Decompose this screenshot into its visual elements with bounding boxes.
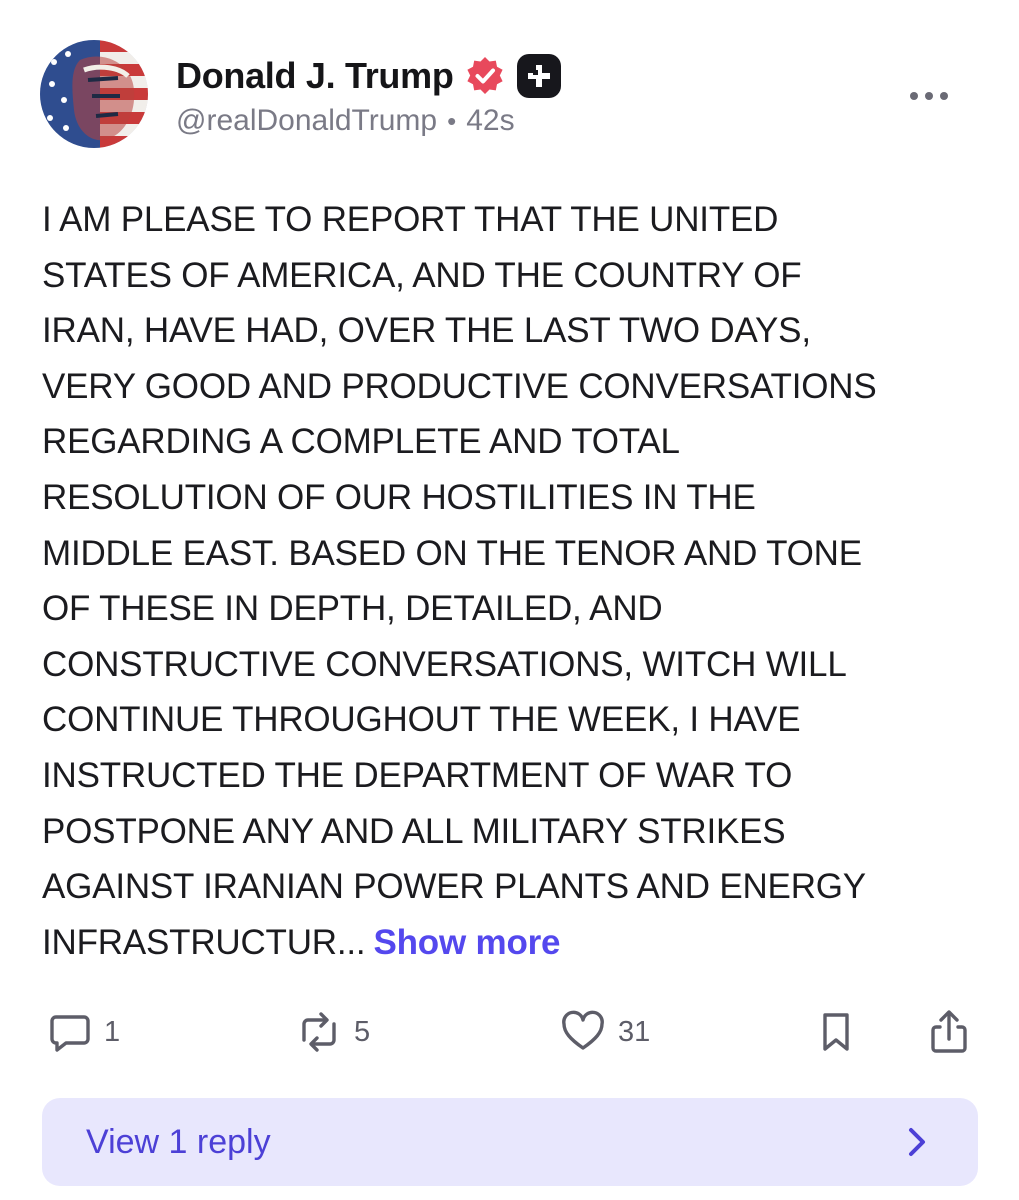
reply-button[interactable]: 1 — [48, 1002, 120, 1062]
avatar-flag-portrait-image — [40, 40, 148, 148]
action-bar: 1 5 31 — [0, 1002, 1019, 1062]
ellipsis-icon — [910, 92, 948, 100]
share-upload-icon — [931, 1010, 967, 1053]
more-options-button[interactable] — [899, 78, 959, 114]
like-count: 31 — [618, 1015, 651, 1048]
post-line: RESOLUTION OF OUR HOSTILITIES IN THE — [42, 477, 756, 517]
post-line: IRAN, HAVE HAD, OVER THE LAST TWO DAYS, — [42, 311, 811, 351]
post-line-last: INFRASTRUCTUR... Show more — [42, 915, 992, 971]
show-more-link[interactable]: Show more — [373, 923, 560, 962]
post-card: Donald J. Trump @realDonaldTrump • 42s I… — [0, 0, 1019, 1200]
post-line: CONSTRUCTIVE CONVERSATIONS, WITCH WILL — [42, 644, 847, 684]
author-handle[interactable]: @realDonaldTrump — [176, 104, 437, 138]
share-button[interactable] — [928, 1002, 970, 1062]
reply-count: 1 — [104, 1015, 121, 1048]
repost-arrows-icon — [302, 1012, 336, 1052]
post-line: INSTRUCTED THE DEPARTMENT OF WAR TO — [42, 755, 793, 795]
author-name-row: Donald J. Trump — [176, 50, 562, 102]
post-line: CONTINUE THROUGHOUT THE WEEK, I HAVE — [42, 700, 801, 740]
plus-badge-icon — [516, 53, 562, 99]
post-line: MIDDLE EAST. BASED ON THE TENOR AND TONE — [42, 533, 862, 573]
post-line: REGARDING A COMPLETE AND TOTAL — [42, 422, 680, 462]
repost-count: 5 — [354, 1015, 371, 1048]
bookmark-icon — [823, 1013, 849, 1051]
avatar[interactable] — [40, 40, 148, 148]
repost-button[interactable]: 5 — [296, 1002, 370, 1062]
post-line: STATES OF AMERICA, AND THE COUNTRY OF — [42, 255, 802, 295]
view-replies-button[interactable]: View 1 reply — [42, 1098, 978, 1186]
heart-icon — [562, 1010, 604, 1050]
post-line-truncated: INFRASTRUCTUR... — [42, 922, 366, 962]
bookmark-button[interactable] — [818, 1002, 854, 1062]
like-button[interactable]: 31 — [560, 1002, 650, 1062]
post-line: I AM PLEASE TO REPORT THAT THE UNITED — [42, 200, 779, 239]
post-body: I AM PLEASE TO REPORT THAT THE UNITED ST… — [42, 192, 992, 970]
chevron-right-icon — [909, 1128, 925, 1156]
post-line: AGAINST IRANIAN POWER PLANTS AND ENERGY — [42, 867, 866, 907]
author-handle-row: @realDonaldTrump • 42s — [176, 104, 515, 138]
post-line: OF THESE IN DEPTH, DETAILED, AND — [42, 589, 663, 629]
post-line: VERY GOOD AND PRODUCTIVE CONVERSATIONS — [42, 366, 877, 406]
verified-check-icon — [464, 55, 506, 97]
view-replies-label: View 1 reply — [86, 1122, 271, 1161]
separator-dot: • — [447, 105, 457, 136]
post-line: POSTPONE ANY AND ALL MILITARY STRIKES — [42, 811, 786, 851]
comment-bubble-icon — [50, 1015, 90, 1052]
author-display-name[interactable]: Donald J. Trump — [176, 55, 454, 97]
post-timestamp[interactable]: 42s — [466, 104, 514, 138]
